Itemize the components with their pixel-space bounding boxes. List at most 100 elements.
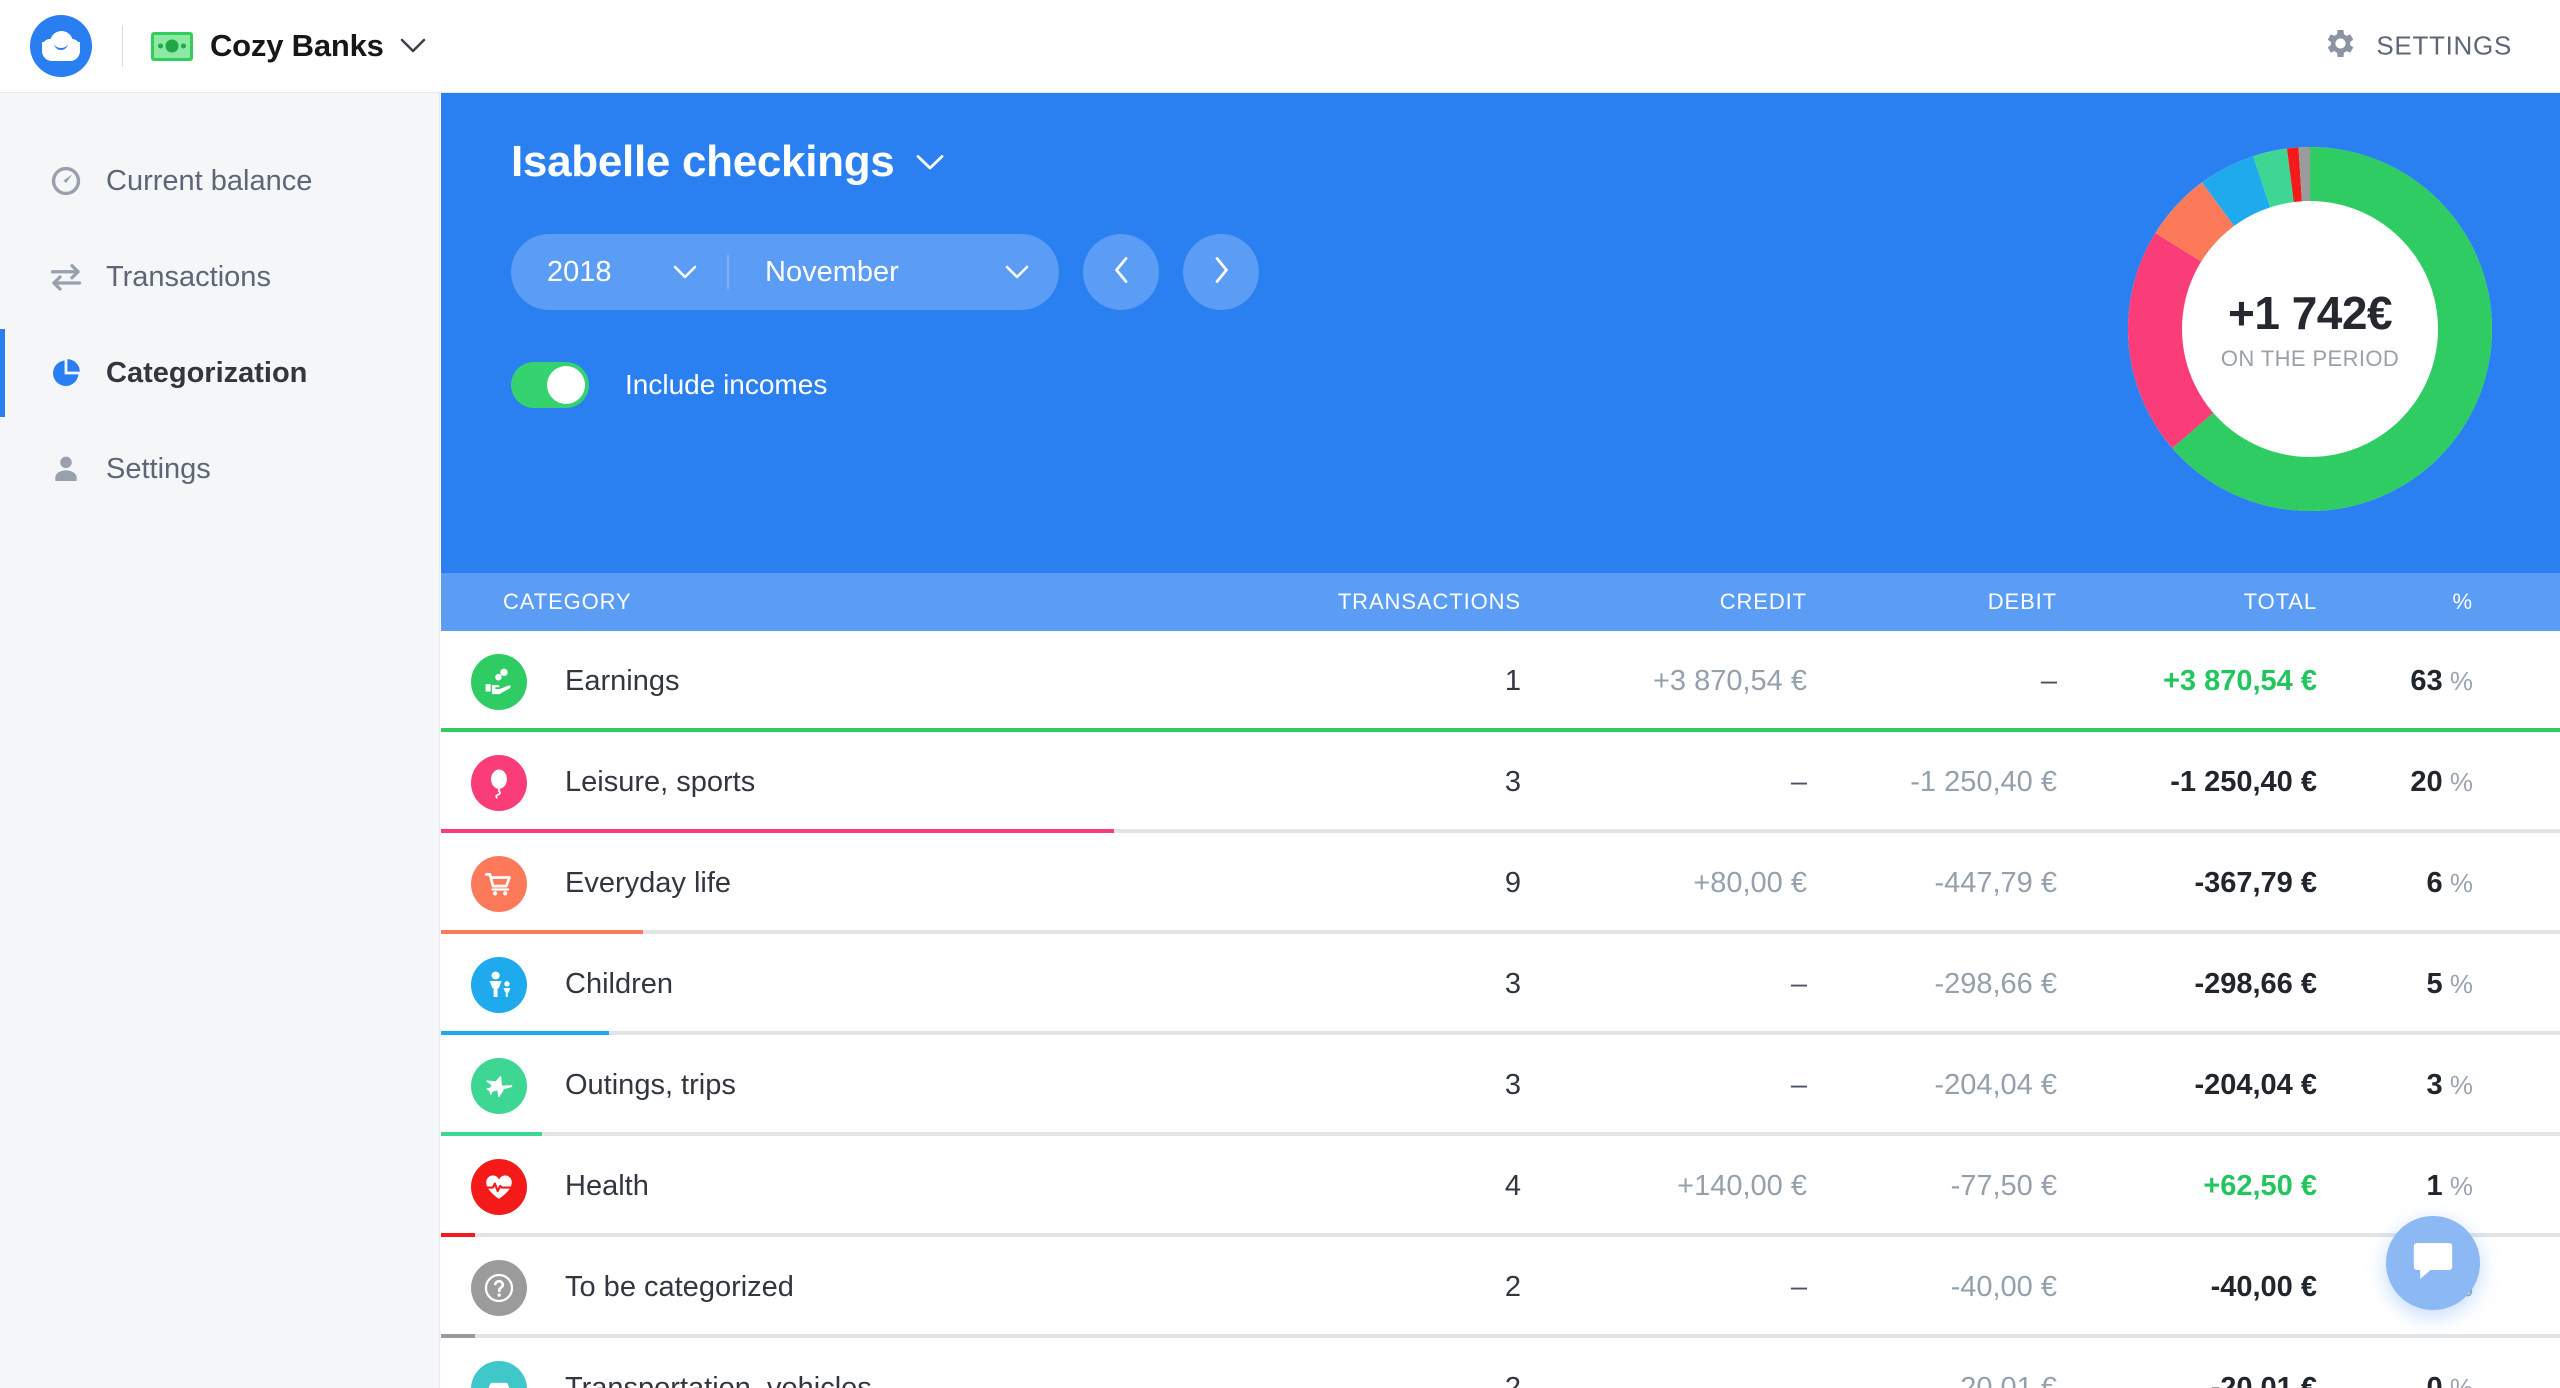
- year-select[interactable]: 2018: [511, 234, 727, 310]
- chevron-down-icon[interactable]: [673, 265, 697, 280]
- cell-percent: 63 %: [2361, 665, 2473, 698]
- table-row[interactable]: Earnings 1 +3 870,54 € – +3 870,54 € 63 %: [441, 631, 2560, 732]
- cozy-cloud-icon[interactable]: [30, 15, 92, 77]
- cell-debit: -20,01 €: [1950, 1372, 2057, 1388]
- column-header-transactions[interactable]: TRANSACTIONS: [1021, 589, 1561, 615]
- cell-debit: -447,79 €: [1934, 867, 2057, 899]
- sidebar: Current balance Transactions Categorizat…: [0, 93, 440, 1388]
- column-header-total[interactable]: TOTAL: [2101, 589, 2361, 615]
- person-icon: [48, 451, 84, 487]
- cell-debit: -40,00 €: [1950, 1271, 2057, 1303]
- cell-transactions: 2: [1504, 1372, 1521, 1388]
- cell-percent: 20 %: [2361, 766, 2473, 799]
- donut-subtitle: ON THE PERIOD: [2220, 346, 2400, 371]
- cell-transactions: 3: [1504, 968, 1521, 1000]
- table-row[interactable]: Everyday life 9 +80,00 € -447,79 € -367,79 €…: [441, 833, 2560, 934]
- chevron-left-icon: [1113, 256, 1130, 289]
- children-icon: [471, 956, 527, 1013]
- table-row[interactable]: Outings, trips 3 – -204,04 € -204,04 € 3 %: [441, 1035, 2560, 1136]
- cell-credit: +80,00 €: [1693, 867, 1807, 899]
- percent-value: 0: [2426, 1372, 2443, 1388]
- account-selector[interactable]: Isabelle checkings: [511, 137, 944, 187]
- chevron-down-icon[interactable]: [400, 38, 426, 54]
- gear-icon: [2321, 26, 2357, 67]
- cell-percent: 0 %: [2361, 1372, 2473, 1388]
- cell-total: +3 870,54 €: [2162, 665, 2317, 697]
- sidebar-item-current-balance[interactable]: Current balance: [0, 133, 439, 229]
- chevron-right-icon: [1213, 256, 1230, 289]
- cell-transactions: 2: [1504, 1271, 1521, 1303]
- cell-transactions: 3: [1504, 766, 1521, 798]
- include-incomes-label: Include incomes: [625, 369, 828, 400]
- percent-value: 6: [2426, 867, 2443, 899]
- column-header-debit[interactable]: DEBIT: [1851, 589, 2101, 615]
- sidebar-item-transactions[interactable]: Transactions: [0, 229, 439, 325]
- next-period-button[interactable]: [1183, 234, 1259, 310]
- previous-period-button[interactable]: [1083, 234, 1159, 310]
- top-bar: Cozy Banks SETTINGS: [0, 0, 2560, 93]
- sidebar-item-settings[interactable]: Settings: [0, 421, 439, 517]
- percent-symbol: %: [2442, 767, 2473, 797]
- percent-value: 5: [2426, 968, 2443, 1000]
- period-pill: 2018 November: [511, 234, 1059, 310]
- app-name: Cozy Banks: [210, 28, 384, 63]
- percent-symbol: %: [2442, 1373, 2473, 1388]
- cell-total: -204,04 €: [2194, 1069, 2317, 1101]
- cell-credit: +3 870,54 €: [1652, 665, 1807, 697]
- year-value: 2018: [547, 255, 612, 288]
- cell-debit: –: [2040, 665, 2057, 697]
- shopping-cart-icon: [471, 855, 527, 912]
- chevron-down-icon[interactable]: [1005, 265, 1029, 280]
- cell-debit: -204,04 €: [1934, 1069, 2057, 1101]
- cell-debit: -298,66 €: [1934, 968, 2057, 1000]
- heart-pulse-icon: [471, 1158, 527, 1215]
- category-name: Outings, trips: [565, 1069, 736, 1101]
- main-content: Isabelle checkings 2018 November Include…: [441, 93, 2560, 1388]
- table-header: CATEGORY TRANSACTIONS CREDIT DEBIT TOTAL…: [441, 573, 2560, 631]
- donut-amount: +1 742€: [2227, 287, 2393, 339]
- column-header-percent[interactable]: %: [2361, 589, 2473, 615]
- sidebar-item-label: Current balance: [106, 164, 313, 197]
- category-name: Earnings: [565, 665, 680, 697]
- include-incomes-toggle[interactable]: [511, 362, 589, 408]
- cell-percent: 6 %: [2361, 867, 2473, 900]
- cell-total: -298,66 €: [2194, 968, 2317, 1000]
- hero-panel: Isabelle checkings 2018 November Include…: [441, 93, 2560, 573]
- percent-symbol: %: [2442, 1070, 2473, 1100]
- cell-credit: –: [1790, 1271, 1807, 1303]
- category-name: Health: [565, 1170, 649, 1202]
- table-row[interactable]: Health 4 +140,00 € -77,50 € +62,50 € 1 %: [441, 1136, 2560, 1237]
- category-table: Earnings 1 +3 870,54 € – +3 870,54 €63 % Leis…: [441, 631, 2560, 1388]
- cell-debit: -1 250,40 €: [1910, 766, 2057, 798]
- cell-credit: –: [1790, 766, 1807, 798]
- sidebar-item-categorization[interactable]: Categorization: [0, 325, 439, 421]
- cell-total: -367,79 €: [2194, 867, 2317, 899]
- chat-support-button[interactable]: [2386, 1216, 2480, 1310]
- category-name: To be categorized: [565, 1271, 794, 1303]
- settings-button[interactable]: SETTINGS: [2321, 26, 2512, 67]
- column-header-credit[interactable]: CREDIT: [1561, 589, 1851, 615]
- donut-chart[interactable]: +1 742€ ON THE PERIOD: [2122, 141, 2498, 517]
- percent-value: 3: [2426, 1069, 2443, 1101]
- percent-value: 63: [2410, 665, 2443, 697]
- column-header-category[interactable]: CATEGORY: [441, 589, 1021, 615]
- table-row[interactable]: Transportation, vehicles 2 – -20,01 € -20,01…: [441, 1338, 2560, 1388]
- cell-percent: 5 %: [2361, 968, 2473, 1001]
- table-row[interactable]: Leisure, sports 3 – -1 250,40 € -1 250,40 € 2…: [441, 732, 2560, 833]
- exchange-arrows-icon: [48, 259, 84, 295]
- cell-credit: –: [1790, 1372, 1807, 1388]
- chevron-down-icon[interactable]: [916, 154, 944, 171]
- donut-center: +1 742€ ON THE PERIOD: [2188, 207, 2432, 451]
- banknote-icon: [151, 31, 193, 61]
- sidebar-item-label: Transactions: [106, 260, 271, 293]
- percent-symbol: %: [2442, 1171, 2473, 1201]
- table-row[interactable]: Children 3 – -298,66 € -298,66 € 5 %: [441, 934, 2560, 1035]
- cell-total: -40,00 €: [2210, 1271, 2317, 1303]
- table-row[interactable]: To be categorized2–-40,00 €-40,00 €1 %: [441, 1237, 2560, 1338]
- cell-transactions: 3: [1504, 1069, 1521, 1101]
- toggle-knob: [547, 366, 585, 404]
- percent-symbol: %: [2442, 969, 2473, 999]
- month-select[interactable]: November: [729, 234, 1059, 310]
- pie-chart-icon: [48, 355, 84, 391]
- gauge-icon: [48, 163, 84, 199]
